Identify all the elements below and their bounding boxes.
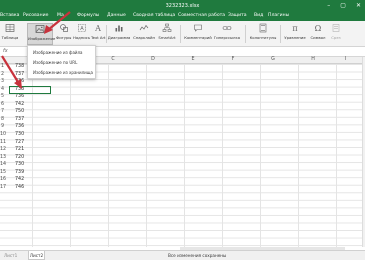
- spreadsheet-grid[interactable]: [0, 64, 362, 247]
- document-title: 3232323.xlsx: [165, 3, 200, 9]
- table-row: 17 746: [0, 184, 25, 190]
- tab-protection[interactable]: Защита: [228, 13, 247, 18]
- tab-plugins[interactable]: Плагины: [268, 13, 289, 18]
- column-header[interactable]: H: [293, 57, 333, 62]
- cell-value[interactable]: 736: [15, 94, 24, 99]
- annotation-arrow-cell: [1, 55, 22, 89]
- tab-data[interactable]: Данные: [107, 13, 126, 18]
- tab-view[interactable]: Вид: [254, 13, 263, 18]
- cell-value[interactable]: 750: [15, 109, 24, 114]
- tab-insert[interactable]: Вставка: [0, 13, 19, 18]
- cell-value[interactable]: 730: [15, 132, 24, 137]
- cell-value[interactable]: 742: [15, 102, 24, 107]
- comment-button[interactable]: Комментарий: [184, 23, 212, 45]
- table-row: 12 721: [0, 147, 25, 153]
- cell-value[interactable]: 720: [15, 155, 24, 160]
- cell-value[interactable]: 721: [15, 147, 24, 152]
- sparkline-icon: [139, 24, 149, 31]
- sheet-tab[interactable]: Лист2: [28, 251, 45, 260]
- chart-icon: [115, 25, 123, 32]
- column-header[interactable]: F: [213, 57, 253, 62]
- table-row: 10 730: [0, 131, 25, 137]
- equation-button[interactable]: π Уравнение: [283, 23, 307, 45]
- textbox-button[interactable]: A Надпись: [73, 23, 90, 45]
- smartart-button[interactable]: SmartArt: [157, 23, 177, 45]
- tab-pivot[interactable]: Сводная таблица: [133, 13, 175, 18]
- table-row: 11 727: [0, 139, 25, 145]
- pi-icon: π: [292, 24, 297, 33]
- table-row: 16 742: [0, 177, 25, 183]
- annotation-arrow-image: [44, 11, 71, 34]
- save-status: Все изменения сохранены: [168, 253, 227, 258]
- cell-value[interactable]: 727: [15, 140, 24, 145]
- svg-text:A: A: [80, 26, 84, 32]
- cell-value[interactable]: 739: [15, 170, 24, 175]
- cell-value[interactable]: 737: [15, 117, 24, 122]
- svg-text:π: π: [292, 24, 297, 33]
- column-header[interactable]: C: [93, 57, 133, 62]
- cell-value[interactable]: 736: [15, 124, 24, 129]
- table-row: 7 750: [0, 109, 25, 115]
- menu-item-image-from-file[interactable]: Изображение из файла: [33, 50, 83, 55]
- table-icon: [5, 24, 15, 32]
- menu-item-image-from-url[interactable]: Изображение по URL: [33, 60, 77, 65]
- textbox-icon: A: [77, 24, 86, 32]
- minimize-icon[interactable]: –: [327, 2, 330, 9]
- cell-value[interactable]: 742: [15, 177, 24, 182]
- column-header[interactable]: D: [133, 57, 173, 62]
- close-icon[interactable]: ✕: [356, 2, 361, 9]
- sparkline-button[interactable]: Спарклайн: [132, 23, 156, 45]
- svg-text:Ω: Ω: [315, 24, 322, 33]
- tab-formulas[interactable]: Формулы: [77, 13, 99, 18]
- chart-button[interactable]: Диаграмма: [107, 23, 131, 45]
- slicer-button[interactable]: Срез: [329, 23, 343, 45]
- cell-value[interactable]: 746: [15, 185, 24, 190]
- table-row: 5 736: [0, 94, 25, 100]
- image-dropdown-menu: Изображение из файла Изображение по URL …: [27, 45, 96, 79]
- text-art-icon: A: [94, 24, 101, 33]
- status-bar: Лист1 Лист2 Все изменения сохранены: [0, 250, 365, 260]
- tab-collaboration[interactable]: Совместная работа: [178, 13, 225, 18]
- symbol-button[interactable]: Ω Символ: [309, 23, 327, 45]
- menu-item-image-from-storage[interactable]: Изображение из хранилища: [33, 70, 93, 75]
- omega-icon: Ω: [315, 24, 322, 33]
- smartart-icon: [162, 23, 172, 32]
- maximize-icon[interactable]: ▢: [340, 2, 346, 9]
- column-header[interactable]: E: [173, 57, 213, 62]
- cell-value[interactable]: 730: [15, 162, 24, 167]
- table-row: 13 720: [0, 154, 25, 160]
- comment-icon: [194, 24, 202, 32]
- table-row: 9 736: [0, 124, 25, 130]
- table-button[interactable]: Таблица: [0, 23, 20, 45]
- sheet-tab-prev[interactable]: Лист1: [4, 253, 17, 258]
- svg-text:A: A: [94, 24, 101, 33]
- column-header[interactable]: G: [253, 57, 293, 62]
- slicer-icon: [332, 24, 340, 32]
- header-footer-icon: [259, 23, 267, 33]
- table-row: 14 730: [0, 162, 25, 168]
- hyperlink-button[interactable]: Гиперссылка: [213, 23, 241, 45]
- text-art-button[interactable]: A Text Art: [91, 23, 106, 45]
- column-header[interactable]: I: [333, 57, 358, 62]
- hyperlink-icon: [222, 26, 232, 30]
- header-footer-button[interactable]: Колонтитулы: [248, 23, 278, 45]
